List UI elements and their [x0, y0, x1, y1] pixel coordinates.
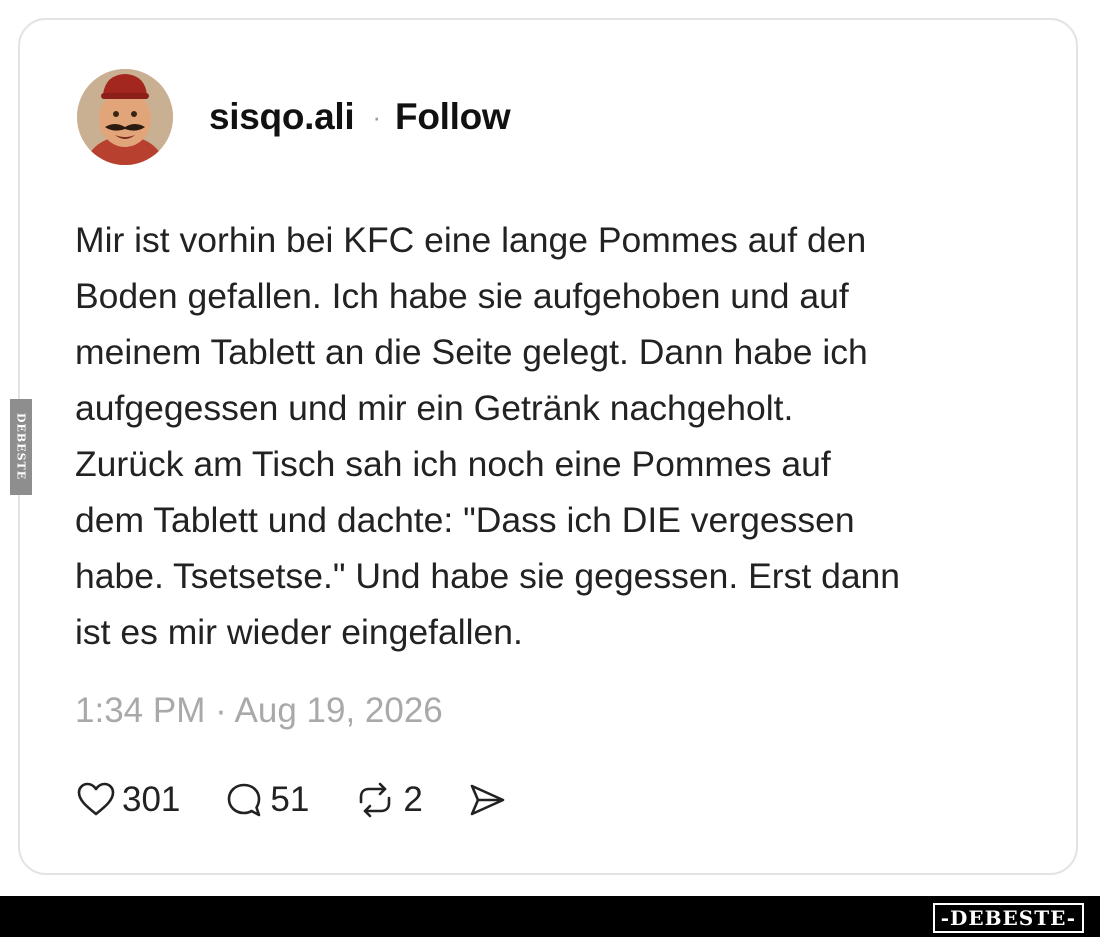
post-header: sisqo.ali · Follow [77, 69, 511, 165]
follow-button[interactable]: Follow [395, 96, 511, 138]
reply-count: 51 [270, 780, 310, 819]
post-card: sisqo.ali · Follow Mir ist vorhin bei KF… [18, 18, 1078, 875]
heart-icon [77, 782, 115, 816]
repost-icon [360, 782, 391, 818]
watermark-logo: -DEBESTE- [932, 903, 1084, 933]
post-text-line: ist es mir wieder eingefallen. [75, 612, 523, 652]
like-count: 301 [122, 780, 181, 819]
post-text-line: aufgegessen und mir ein Getränk nachgeho… [75, 388, 794, 428]
post-text-line: Zurück am Tisch sah ich noch eine Pommes… [75, 444, 831, 484]
post-text-line: Boden gefallen. Ich habe sie aufgehoben … [75, 276, 849, 316]
like-button[interactable]: 301 [76, 780, 180, 820]
username[interactable]: sisqo.ali [209, 96, 355, 138]
post-timestamp[interactable]: 1:34 PM · Aug 19, 2026 [75, 691, 443, 731]
post-text-line: dem Tablett und dachte: "Dass ich DIE ve… [75, 500, 855, 540]
share-button[interactable] [467, 780, 507, 820]
repost-count: 2 [403, 780, 423, 819]
reply-button[interactable]: 51 [224, 780, 309, 820]
post-text-line: meinem Tablett an die Seite gelegt. Dann… [75, 332, 868, 372]
action-bar: 301 51 2 [76, 780, 551, 820]
repost-button[interactable]: 2 [353, 780, 423, 820]
post-text-line: Mir ist vorhin bei KFC eine lange Pommes… [75, 220, 867, 260]
footer-bar: -DEBESTE- [0, 896, 1100, 937]
post-text-line: habe. Tsetsetse." Und habe sie gegessen.… [75, 556, 901, 596]
avatar-image [77, 69, 173, 165]
watermark-side: DEBESTE [10, 399, 32, 495]
avatar[interactable] [77, 69, 173, 165]
speech-bubble-icon [228, 783, 261, 817]
separator-dot: · [372, 101, 382, 132]
send-icon [470, 784, 505, 816]
post-text: Mir ist vorhin bei KFC eine lange Pommes… [75, 212, 1015, 660]
